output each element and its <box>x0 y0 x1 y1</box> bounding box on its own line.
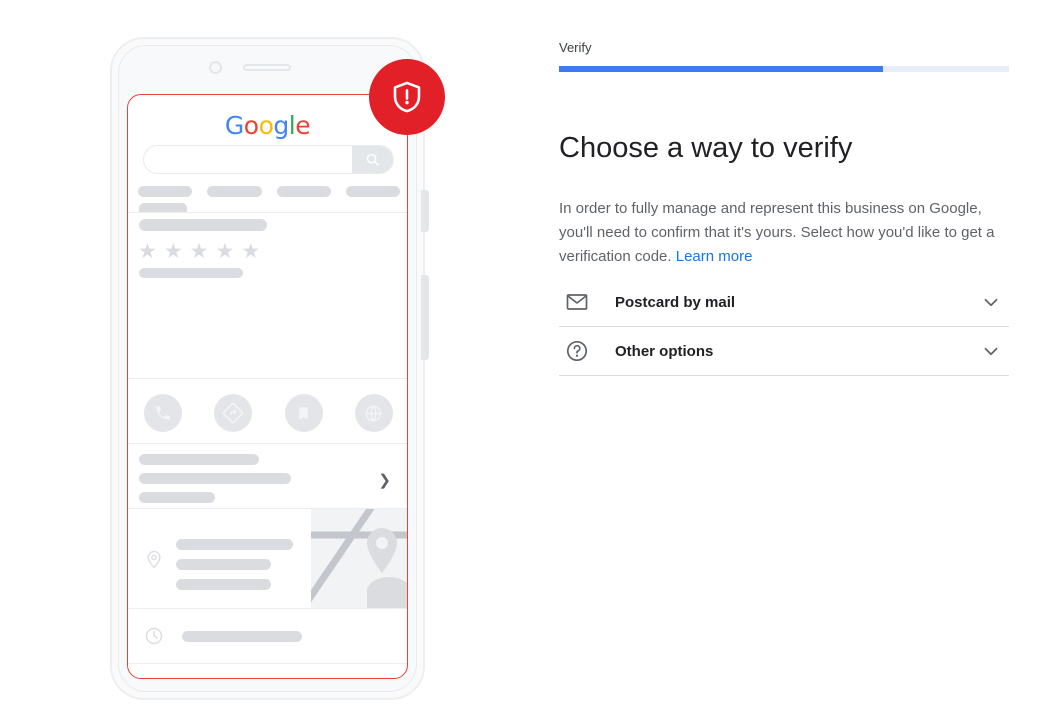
map-graphic <box>311 509 407 609</box>
hours-row[interactable] <box>128 609 407 663</box>
phone-camera-icon <box>209 61 222 74</box>
filter-chips-row <box>138 186 400 197</box>
hours-placeholder <box>182 630 302 642</box>
verification-alert-badge <box>369 59 445 135</box>
phone-icon <box>156 406 170 420</box>
globe-icon <box>366 404 382 422</box>
directions-icon <box>223 403 244 423</box>
star-icon: ★ <box>241 240 261 263</box>
search-button[interactable] <box>352 146 393 173</box>
chevron-down-icon[interactable] <box>980 291 1002 313</box>
chevron-right-icon[interactable]: ❯ <box>378 471 391 489</box>
page-description: In order to fully manage and represent t… <box>559 197 1011 269</box>
rating-stars: ★ ★ ★ ★ ★ <box>138 241 260 262</box>
help-circle-icon <box>566 340 588 362</box>
phone-side-button-bottom <box>421 275 429 360</box>
step-label: Verify <box>559 40 592 55</box>
divider <box>128 443 407 444</box>
learn-more-link[interactable]: Learn more <box>676 248 753 265</box>
location-pin-icon <box>147 550 161 569</box>
phone-speaker-grille <box>243 64 291 71</box>
google-logo-letter: e <box>295 111 311 140</box>
google-logo: Google <box>128 111 407 140</box>
business-name-placeholder <box>139 219 267 231</box>
action-save-button[interactable] <box>284 394 323 432</box>
bookmark-icon <box>299 406 308 420</box>
clock-icon <box>145 627 163 645</box>
action-buttons-row <box>128 394 407 432</box>
phone-screen-highlight: Google ★ ★ ★ ★ ★ ❯ <box>127 94 408 679</box>
chip-placeholder <box>138 186 193 197</box>
phone-side-button-top <box>421 190 429 232</box>
description-line-placeholder <box>139 454 259 465</box>
action-call-button[interactable] <box>144 394 183 432</box>
google-logo-letter: g <box>273 111 289 140</box>
star-icon: ★ <box>215 240 235 263</box>
action-directions-button[interactable] <box>214 394 253 432</box>
description-line-placeholder <box>139 473 291 484</box>
star-icon: ★ <box>163 240 183 263</box>
shield-exclamation-icon <box>393 81 421 113</box>
chip-placeholder <box>276 186 331 197</box>
search-input[interactable] <box>143 145 394 174</box>
google-logo-letter: G <box>224 111 244 140</box>
progress-bar-fill <box>559 66 883 72</box>
address-line-placeholder <box>176 559 271 570</box>
action-website-button[interactable] <box>354 394 393 432</box>
google-logo-letter: o <box>243 111 259 140</box>
chip-placeholder <box>345 186 400 197</box>
description-line-placeholder <box>139 492 215 503</box>
address-line-placeholder <box>176 579 271 590</box>
option-label: Other options <box>615 342 714 360</box>
divider <box>128 378 407 379</box>
option-postcard-by-mail[interactable]: Postcard by mail <box>559 278 1009 327</box>
option-label: Postcard by mail <box>615 293 736 311</box>
search-icon <box>366 153 379 166</box>
active-tab-indicator <box>139 203 187 212</box>
progress-bar <box>559 66 1009 72</box>
phone-illustration: Google ★ ★ ★ ★ ★ ❯ <box>0 0 540 709</box>
google-logo-letter: o <box>258 111 274 140</box>
review-count-placeholder <box>139 268 243 278</box>
chip-placeholder <box>207 186 262 197</box>
page-title: Choose a way to verify <box>559 132 853 165</box>
star-icon: ★ <box>138 240 157 263</box>
address-line-placeholder <box>176 539 293 550</box>
option-other-options[interactable]: Other options <box>559 327 1009 376</box>
description-text: In order to fully manage and represent t… <box>559 200 995 265</box>
phone-row[interactable] <box>128 663 407 678</box>
chevron-down-icon[interactable] <box>980 340 1002 362</box>
envelope-icon <box>566 294 588 310</box>
map-thumbnail[interactable] <box>311 509 407 609</box>
address-row[interactable] <box>128 509 407 609</box>
verification-options-list: Postcard by mail Other options <box>559 278 1009 376</box>
verify-panel: Verify Choose a way to verify In order t… <box>559 0 1011 709</box>
star-icon: ★ <box>189 240 209 263</box>
divider <box>128 212 407 213</box>
